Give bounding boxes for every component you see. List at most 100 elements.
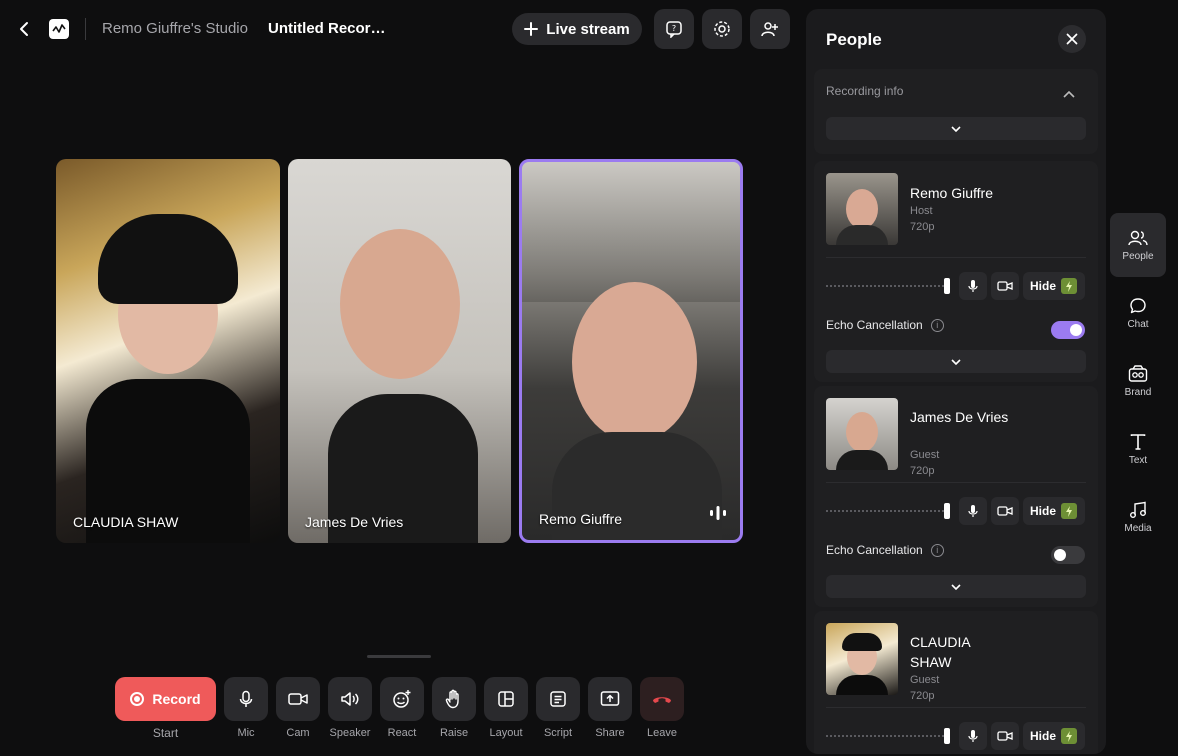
react-control[interactable]: React xyxy=(380,677,424,739)
cam-button[interactable] xyxy=(276,677,320,721)
record-caption: Start xyxy=(152,726,179,740)
person-resolution: 720p xyxy=(910,221,935,233)
divider xyxy=(826,707,1086,708)
mic-icon xyxy=(239,690,253,707)
info-icon[interactable]: i xyxy=(930,318,944,332)
rail-media[interactable]: Media xyxy=(1110,485,1166,549)
help-button[interactable]: ? xyxy=(654,9,694,49)
slider-handle[interactable] xyxy=(944,278,950,294)
avatar xyxy=(826,173,898,245)
video-tile-remo[interactable]: Remo Giuffre xyxy=(519,159,743,543)
person-resolution: 720p xyxy=(910,690,935,702)
person-resolution: 720p xyxy=(910,465,935,477)
video-tile-james[interactable]: James De Vries xyxy=(288,159,511,543)
mic-icon xyxy=(968,505,978,517)
divider xyxy=(826,257,1086,258)
rail-people-label: People xyxy=(1122,250,1154,262)
people-icon xyxy=(1128,230,1148,245)
record-label: Record xyxy=(152,691,201,707)
recording-title[interactable]: Untitled Recordi... xyxy=(268,20,392,37)
close-panel-button[interactable] xyxy=(1058,25,1086,53)
speaker-control[interactable]: Speaker xyxy=(328,677,372,739)
raise-hand-button[interactable] xyxy=(432,677,476,721)
hide-button[interactable]: Hide xyxy=(1023,272,1085,300)
speaker-label: Speaker xyxy=(329,727,371,739)
leave-button[interactable] xyxy=(640,677,684,721)
volume-slider[interactable] xyxy=(826,278,950,294)
leave-control[interactable]: Leave xyxy=(640,677,684,739)
chat-icon xyxy=(1130,297,1146,313)
background-photo xyxy=(522,162,740,302)
expand-person-button[interactable] xyxy=(826,575,1086,598)
invite-button[interactable] xyxy=(750,9,790,49)
echo-cancellation-toggle[interactable] xyxy=(1051,321,1085,339)
layout-button[interactable] xyxy=(484,677,528,721)
hide-button[interactable]: Hide xyxy=(1023,722,1085,750)
speaker-button[interactable] xyxy=(328,677,372,721)
mic-toggle-button[interactable] xyxy=(959,497,987,525)
mic-icon xyxy=(968,730,978,742)
camera-toggle-button[interactable] xyxy=(991,722,1019,750)
participant-name: James De Vries xyxy=(305,514,404,530)
person-name: James De Vries xyxy=(910,409,1009,425)
script-button[interactable] xyxy=(536,677,580,721)
settings-button[interactable] xyxy=(702,9,742,49)
rail-text[interactable]: Text xyxy=(1110,417,1166,481)
speaker-icon xyxy=(341,692,359,706)
mic-label: Mic xyxy=(237,727,255,739)
share-button[interactable] xyxy=(588,677,632,721)
raise-label: Raise xyxy=(439,727,469,739)
video-tile-claudia[interactable]: CLAUDIA SHAW xyxy=(56,159,280,543)
echo-cancellation-toggle[interactable] xyxy=(1051,546,1085,564)
rail-chat[interactable]: Chat xyxy=(1110,281,1166,345)
gear-icon xyxy=(714,21,730,37)
volume-slider[interactable] xyxy=(826,503,950,519)
cam-control[interactable]: Cam xyxy=(276,677,320,739)
chevron-down-icon xyxy=(951,583,961,590)
back-arrow-icon[interactable] xyxy=(16,19,34,39)
person-card-remo: Remo Giuffre Host 720p Hide Echo Cancell… xyxy=(814,161,1098,382)
chevron-up-icon[interactable] xyxy=(1063,85,1075,103)
layout-control[interactable]: Layout xyxy=(484,677,528,739)
react-button[interactable] xyxy=(380,677,424,721)
chevron-down-icon xyxy=(951,358,961,365)
mic-button[interactable] xyxy=(224,677,268,721)
expand-recording-info-button[interactable] xyxy=(826,117,1086,140)
camera-toggle-button[interactable] xyxy=(991,497,1019,525)
volume-slider[interactable] xyxy=(826,728,950,744)
script-control[interactable]: Script xyxy=(536,677,580,739)
echo-cancellation-row: Echo Cancellation i xyxy=(826,543,944,557)
echo-cancellation-row: Echo Cancellation i xyxy=(826,318,944,332)
record-button[interactable]: Record xyxy=(115,677,216,721)
slider-handle[interactable] xyxy=(944,503,950,519)
drag-handle[interactable] xyxy=(367,655,431,658)
hang-up-icon xyxy=(653,697,671,703)
app-logo-icon[interactable] xyxy=(49,19,69,39)
info-icon[interactable]: i xyxy=(930,543,944,557)
live-stream-button[interactable]: Live stream xyxy=(512,13,642,45)
camera-toggle-button[interactable] xyxy=(991,272,1019,300)
studio-name[interactable]: Remo Giuffre's Studio xyxy=(102,20,248,37)
layout-icon xyxy=(498,691,514,707)
mic-toggle-button[interactable] xyxy=(959,722,987,750)
expand-person-button[interactable] xyxy=(826,350,1086,373)
participant-name: CLAUDIA SHAW xyxy=(73,514,179,530)
person-role: Guest xyxy=(910,674,940,686)
slider-handle[interactable] xyxy=(944,728,950,744)
rail-brand-label: Brand xyxy=(1124,386,1152,398)
participant-video xyxy=(572,282,697,442)
hide-label: Hide xyxy=(1030,279,1057,293)
person-card-claudia: CLAUDIA SHAW Guest 720p Hide xyxy=(814,611,1098,754)
mic-toggle-button[interactable] xyxy=(959,272,987,300)
hide-button[interactable]: Hide xyxy=(1023,497,1085,525)
share-screen-icon xyxy=(600,691,620,706)
person-role: Host xyxy=(910,205,933,217)
rail-people[interactable]: People xyxy=(1110,213,1166,277)
mic-control[interactable]: Mic xyxy=(224,677,268,739)
raise-control[interactable]: Raise xyxy=(432,677,476,739)
hand-icon xyxy=(445,689,459,709)
recording-info-label: Recording info xyxy=(826,84,904,98)
rail-brand[interactable]: Brand xyxy=(1110,349,1166,413)
share-control[interactable]: Share xyxy=(588,677,632,739)
camera-icon xyxy=(997,731,1013,741)
